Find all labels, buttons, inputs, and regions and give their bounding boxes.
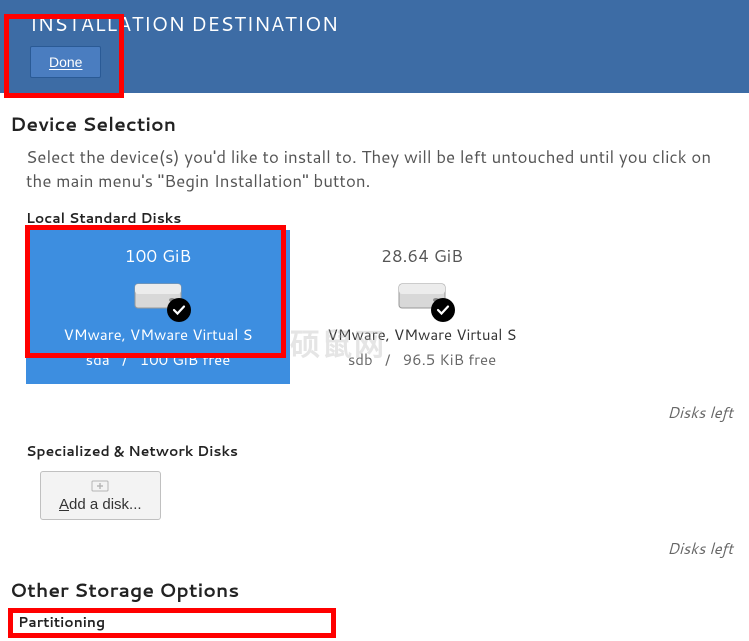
disk-free: 96.5 KiB free [403, 349, 497, 370]
specialized-disks-footer: Disks left [8, 538, 741, 559]
disk-subinfo: sda / 100 GiB free [26, 349, 290, 370]
local-disks-footer: Disks left [8, 402, 741, 423]
device-selection-description: Select the device(s) you'd like to insta… [26, 146, 741, 194]
disk-device: sdb [348, 349, 373, 370]
content-area: Device Selection Select the device(s) yo… [0, 93, 749, 632]
checkmark-icon [167, 298, 191, 322]
disk-sep: / [385, 349, 390, 370]
page-title: INSTALLATION DESTINATION [30, 10, 719, 38]
disk-size: 100 GiB [26, 244, 290, 268]
disk-name: VMware, VMware Virtual S [290, 324, 554, 345]
local-disks-label: Local Standard Disks [26, 208, 741, 228]
disk-size: 28.64 GiB [290, 244, 554, 268]
partitioning-label: Partitioning [18, 612, 741, 632]
local-disks-row: 100 GiB VMware, VMware Virtual S sda / 1… [26, 230, 723, 384]
disk-name: VMware, VMware Virtual S [26, 324, 290, 345]
other-storage-title: Other Storage Options [8, 577, 741, 604]
disk-subinfo: sdb / 96.5 KiB free [290, 349, 554, 370]
disk-card-sda[interactable]: 100 GiB VMware, VMware Virtual S sda / 1… [26, 230, 290, 384]
disk-card-sdb[interactable]: 28.64 GiB VMware, VMware Virtual S sdb /… [290, 230, 554, 384]
checkmark-icon [431, 298, 455, 322]
add-disk-button[interactable]: Add a disk... [40, 471, 161, 520]
add-disk-icon [91, 478, 109, 492]
device-selection-title: Device Selection [8, 111, 741, 138]
disk-icon-wrap [133, 276, 183, 318]
disk-free: 100 GiB free [140, 349, 231, 370]
add-disk-label: Add a disk... [59, 496, 142, 513]
disk-sep: / [122, 349, 127, 370]
disk-device: sda [86, 349, 110, 370]
done-button[interactable]: Done [30, 46, 101, 78]
specialized-disks-label: Specialized & Network Disks [26, 441, 741, 461]
disk-icon-wrap [397, 276, 447, 318]
installer-header: INSTALLATION DESTINATION Done [0, 0, 749, 93]
